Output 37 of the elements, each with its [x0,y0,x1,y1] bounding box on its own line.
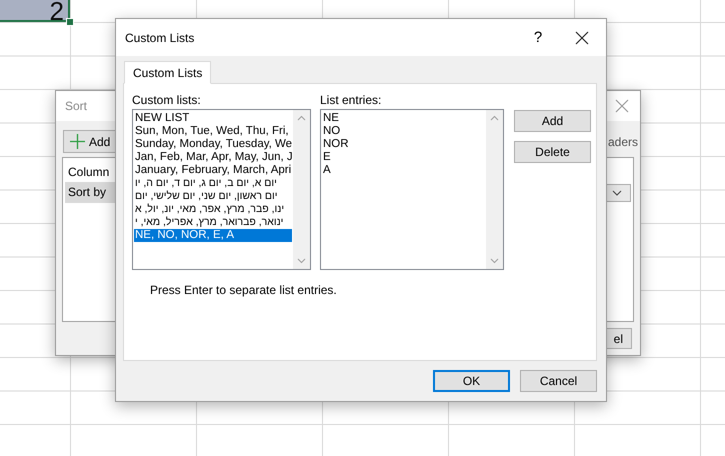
plus-icon [70,134,85,149]
add-button[interactable]: Add [514,110,591,132]
list-item[interactable]: ינו, פבר, מרץ, אפר, מאי, יונ, יול, א [134,203,292,216]
scrollbar[interactable] [486,110,503,269]
fill-handle[interactable] [66,18,74,26]
list-item[interactable]: Sunday, Monday, Tuesday, We [134,138,292,151]
help-button[interactable]: ? [523,29,553,46]
list-item[interactable]: יום א, יום ב, יום ג, יום ד, יום ה, יו [134,177,292,190]
chevron-down-icon [612,190,622,196]
custom-lists-label: Custom lists: [132,93,202,107]
list-item[interactable]: Jan, Feb, Mar, Apr, May, Jun, J [134,151,292,164]
list-item[interactable]: January, February, March, Apri [134,164,292,177]
list-item[interactable]: Sun, Mon, Tue, Wed, Thu, Fri, [134,125,292,138]
selected-cell[interactable]: 2 [0,0,70,22]
list-item[interactable]: NE, NO, NOR, E, A [134,229,292,242]
list-entry: NOR [322,138,350,151]
list-entries-label: List entries: [320,93,382,107]
list-item[interactable]: ינואר, פברואר, מרץ, אפריל, מאי, י [134,216,292,229]
list-entry: E [322,151,332,164]
dialog-title: Sort [65,99,88,113]
hint-text: Press Enter to separate list entries. [150,283,338,297]
tab[interactable]: Custom Lists [124,61,212,84]
list-item[interactable]: יום ראשון, יום שני, יום שלישי, יום [134,190,292,203]
list-entry: A [322,164,332,177]
ok-button[interactable]: OK [433,370,510,392]
list-entry: NE [322,112,340,125]
column-header: Column [68,165,110,179]
close-icon[interactable] [575,30,589,44]
dialog-title: Custom Lists [125,30,194,44]
list-entries-box[interactable]: NE NO NOR E A [320,109,504,270]
list-entry: NO [322,125,342,138]
cancel-button[interactable]: Cancel [520,370,597,392]
headers-label: aders [608,134,638,148]
scrollbar[interactable] [293,110,310,269]
custom-lists-box[interactable] [132,109,311,270]
delete-button[interactable]: Delete [514,141,591,163]
list-item[interactable]: NEW LIST [134,112,292,125]
